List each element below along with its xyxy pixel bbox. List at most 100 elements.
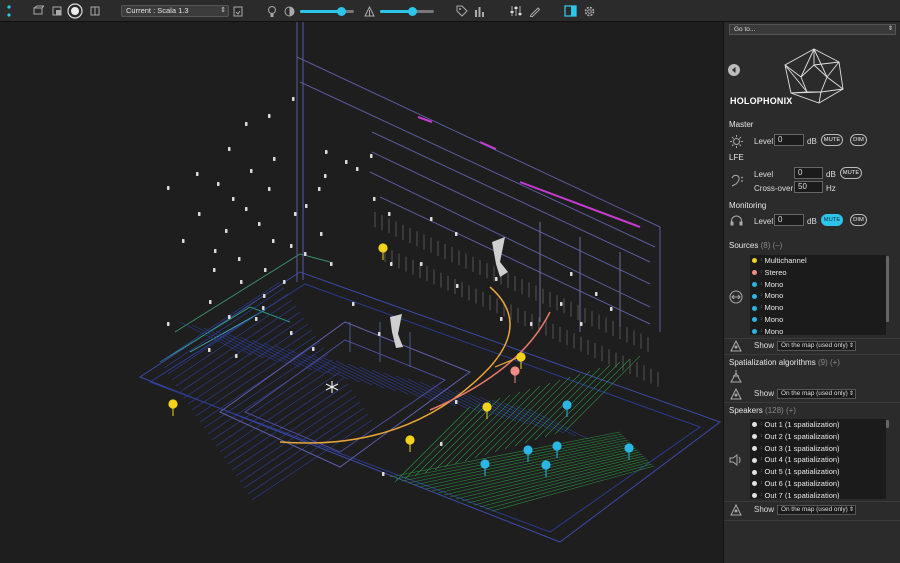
drag-handle-icon[interactable]: ↕ — [760, 290, 763, 302]
speaker-marker[interactable] — [320, 232, 323, 236]
list-item[interactable]: ↕ Out 6 (1 spatialization) — [750, 478, 886, 490]
speaker-marker[interactable] — [610, 307, 613, 311]
lightbulb-icon[interactable] — [266, 3, 278, 19]
speaker-marker[interactable] — [268, 187, 271, 191]
source-marker[interactable] — [405, 435, 415, 445]
speaker-marker[interactable] — [456, 284, 459, 288]
drag-handle-icon[interactable]: ↕ — [760, 279, 763, 291]
list-item[interactable]: ↕ Stereo — [750, 267, 886, 279]
speaker-marker[interactable] — [388, 212, 391, 216]
speaker-marker[interactable] — [530, 322, 533, 326]
speaker-marker[interactable] — [283, 280, 286, 284]
speaker-marker[interactable] — [370, 154, 373, 158]
sources-list[interactable]: ↕ Multichannel ↕ Stereo ↕ Mono ↕ Mono ↕ Mono ↕ Mono… — [750, 255, 886, 335]
source-marker[interactable] — [562, 400, 572, 410]
speaker-marker[interactable] — [294, 212, 297, 216]
brightness-slider[interactable] — [300, 7, 354, 16]
source-marker[interactable] — [552, 441, 562, 451]
drag-handle-icon[interactable]: ↕ — [760, 478, 763, 490]
speaker-marker[interactable] — [390, 262, 393, 266]
map-viewport[interactable] — [0, 22, 723, 563]
speaker-marker[interactable] — [245, 207, 248, 211]
speaker-marker[interactable] — [580, 322, 583, 326]
add-speaker-button[interactable]: (+) — [786, 406, 796, 415]
monitoring-mute-button[interactable]: MUTE — [821, 214, 843, 226]
speaker-marker[interactable] — [228, 147, 231, 151]
speaker-marker[interactable] — [240, 280, 243, 284]
drag-handle-icon[interactable]: ↕ — [760, 431, 763, 443]
speaker-marker[interactable] — [208, 348, 211, 352]
source-marker[interactable] — [168, 399, 178, 409]
opacity-slider[interactable] — [380, 7, 434, 16]
master-dim-button[interactable]: DIM — [850, 134, 867, 146]
list-item[interactable]: ↕ Multichannel — [750, 255, 886, 267]
source-marker[interactable] — [624, 443, 634, 453]
speaker-marker[interactable] — [290, 331, 293, 335]
lfe-level-input[interactable]: 0 — [794, 167, 823, 179]
speaker-marker[interactable] — [213, 268, 216, 272]
listener-position-icon[interactable] — [325, 381, 339, 393]
speaker-marker[interactable] — [324, 174, 327, 178]
speakers-list[interactable]: ↕ Out 1 (1 spatialization) ↕ Out 2 (1 spati… — [750, 419, 886, 499]
list-item[interactable]: ↕ Out 5 (1 spatialization) — [750, 466, 886, 478]
speaker-marker[interactable] — [198, 212, 201, 216]
opacity-icon[interactable] — [363, 3, 375, 19]
contrast-icon[interactable] — [283, 3, 295, 19]
list-item[interactable]: ↕ Out 4 (1 spatialization) — [750, 454, 886, 466]
speakers-show-select[interactable]: On the map (used only) ⇕ — [777, 505, 856, 515]
drag-handle-icon[interactable]: ↕ — [760, 419, 763, 431]
speaker-marker[interactable] — [373, 197, 376, 201]
list-item[interactable]: ↕ Mono — [750, 302, 886, 314]
monitoring-dim-button[interactable]: DIM — [850, 214, 867, 226]
remove-source-button[interactable]: (–) — [773, 241, 783, 250]
menu-dots-icon[interactable] — [5, 3, 13, 19]
settings-gear-icon[interactable] — [582, 3, 596, 19]
drag-handle-icon[interactable]: ↕ — [760, 454, 763, 466]
speaker-marker[interactable] — [245, 122, 248, 126]
speaker-marker[interactable] — [167, 322, 170, 326]
speaker-marker[interactable] — [304, 252, 307, 256]
preset-store-icon[interactable] — [232, 3, 244, 19]
speaker-marker[interactable] — [238, 257, 241, 261]
panel-toggle-icon[interactable] — [563, 3, 577, 19]
monitoring-level-input[interactable]: 0 — [774, 214, 804, 226]
list-item[interactable]: ↕ Mono — [750, 290, 886, 302]
sources-scrollbar[interactable] — [886, 256, 889, 322]
speaker-marker[interactable] — [268, 114, 271, 118]
speaker-marker[interactable] — [455, 232, 458, 236]
speaker-marker[interactable] — [228, 315, 231, 319]
speaker-marker[interactable] — [264, 268, 267, 272]
source-marker[interactable] — [516, 352, 526, 362]
source-marker[interactable] — [523, 445, 533, 455]
speaker-marker[interactable] — [167, 186, 170, 190]
drag-handle-icon[interactable]: ↕ — [760, 326, 763, 335]
speaker-marker[interactable] — [214, 249, 217, 253]
master-mute-button[interactable]: MUTE — [821, 134, 843, 146]
list-item[interactable]: ↕ Out 7 (1 spatialization) — [750, 490, 886, 499]
drag-handle-icon[interactable]: ↕ — [760, 443, 763, 455]
show-on-map-icon[interactable] — [729, 503, 743, 520]
speaker-marker[interactable] — [217, 182, 220, 186]
source-marker[interactable] — [482, 402, 492, 412]
speaker-marker[interactable] — [440, 442, 443, 446]
speaker-marker[interactable] — [356, 167, 359, 171]
speaker-marker[interactable] — [352, 302, 355, 306]
tag-icon[interactable] — [455, 3, 468, 19]
spatialization-show-select[interactable]: On the map (used only) ⇕ — [777, 389, 856, 399]
speaker-marker[interactable] — [570, 272, 573, 276]
list-item[interactable]: ↕ Out 1 (1 spatialization) — [750, 419, 886, 431]
speaker-marker[interactable] — [225, 229, 228, 233]
speaker-marker[interactable] — [196, 172, 199, 176]
speaker-marker[interactable] — [325, 150, 328, 154]
source-marker[interactable] — [541, 460, 551, 470]
drag-handle-icon[interactable]: ↕ — [760, 302, 763, 314]
add-spatialization-button[interactable]: (+) — [830, 358, 840, 367]
back-arrow-icon[interactable] — [728, 64, 740, 76]
speaker-marker[interactable] — [560, 302, 563, 306]
bar-meter-icon[interactable] — [473, 3, 486, 19]
sources-show-select[interactable]: On the map (used only) ⇕ — [777, 341, 856, 351]
source-marker[interactable] — [378, 243, 388, 253]
speaker-marker[interactable] — [250, 169, 253, 173]
speaker-marker[interactable] — [292, 97, 295, 101]
source-marker[interactable] — [510, 366, 520, 376]
